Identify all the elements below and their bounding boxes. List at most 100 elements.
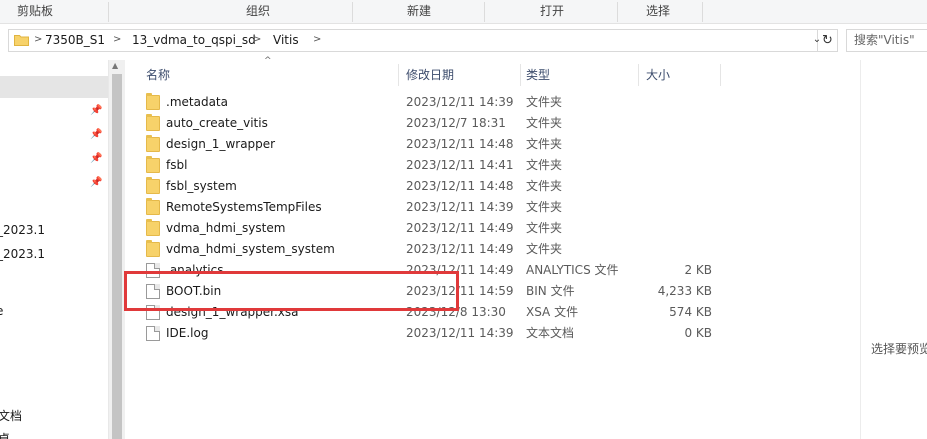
file-row-vdma-hdmi-system-system[interactable]: vdma_hdmi_system_system 2023/12/11 14:49… (144, 239, 744, 260)
nav-item[interactable]: 文档 (0, 407, 22, 424)
column-header-name[interactable]: 名称 (146, 64, 170, 86)
file-row-auto-create-vitis[interactable]: auto_create_vitis 2023/12/7 18:31 文件夹 (144, 113, 744, 134)
ribbon-group-labels: 剪贴板 组织 新建 打开 选择 (0, 0, 927, 24)
breadcrumb-vitis[interactable]: Vitis (273, 30, 299, 51)
breadcrumb-separator[interactable]: > (34, 30, 42, 51)
breadcrumb-13-vdma[interactable]: 13_vdma_to_qspi_sd (132, 30, 256, 51)
file-type: BIN 文件 (526, 284, 575, 298)
file-size: 4,233 KB (657, 284, 712, 298)
file-size (640, 113, 712, 134)
ribbon-group-open: 打开 (540, 4, 565, 18)
file-name: fsbl (166, 158, 188, 172)
file-size (640, 155, 712, 176)
pin-icon[interactable]: 📌 (90, 153, 102, 165)
file-type: 文件夹 (526, 95, 563, 109)
file-size (640, 218, 712, 239)
column-divider[interactable] (638, 64, 639, 86)
ribbon-divider (702, 2, 703, 22)
ribbon-group-new: 新建 (407, 4, 432, 18)
breadcrumb-7350b-s1[interactable]: 7350B_S1 (45, 30, 105, 51)
address-row: > 7350B_S1 > 13_vdma_to_qspi_sd > Vitis … (0, 24, 927, 60)
folder-icon (146, 93, 160, 110)
file-name: RemoteSystemsTempFiles (166, 200, 322, 214)
file-size: 2 KB (684, 263, 712, 277)
pin-icon[interactable]: 📌 (90, 177, 102, 189)
ribbon-divider (484, 2, 485, 22)
file-row-fsbl[interactable]: fsbl 2023/12/11 14:41 文件夹 (144, 155, 744, 176)
nav-scrollbar[interactable]: ▲ (108, 60, 125, 439)
column-header-date[interactable]: 修改日期 (406, 64, 454, 86)
file-date: 2023/12/11 14:39 (406, 200, 514, 214)
file-name: vdma_hdmi_system (166, 221, 286, 235)
folder-icon (14, 33, 29, 46)
scroll-up-icon[interactable]: ▲ (112, 61, 118, 70)
file-name: IDE.log (166, 326, 209, 340)
file-date: 2023/12/11 14:48 (406, 179, 514, 193)
nav-item[interactable]: _2023.1 (0, 247, 45, 261)
file-type: 文件夹 (526, 200, 563, 214)
preview-message: 选择要预览 (871, 342, 927, 356)
navigation-pane: 📌 📌 📌 📌 _2023.1 _2023.1 e 文档 桌 (0, 60, 108, 439)
file-name: .metadata (166, 95, 228, 109)
pin-icon[interactable]: 📌 (90, 105, 102, 117)
highlight-annotation (124, 271, 459, 311)
nav-item[interactable]: 桌 (0, 430, 10, 439)
ribbon-group-select: 选择 (646, 4, 671, 18)
file-type: 文件夹 (526, 242, 563, 256)
nav-selected-item[interactable] (0, 76, 108, 98)
file-type: ANALYTICS 文件 (526, 263, 619, 277)
column-divider[interactable] (520, 64, 521, 86)
file-type: XSA 文件 (526, 305, 579, 319)
ribbon-group-clipboard: 剪贴板 (17, 4, 54, 18)
file-row-design-1-wrapper[interactable]: design_1_wrapper 2023/12/11 14:48 文件夹 (144, 134, 744, 155)
ribbon-divider (352, 2, 353, 22)
file-row-vdma-hdmi-system[interactable]: vdma_hdmi_system 2023/12/11 14:49 文件夹 (144, 218, 744, 239)
nav-item[interactable]: _2023.1 (0, 223, 45, 237)
file-type: 文件夹 (526, 221, 563, 235)
file-date: 2023/12/11 14:49 (406, 221, 514, 235)
column-header-size[interactable]: 大小 (646, 64, 670, 86)
sort-ascending-icon: ^ (264, 56, 272, 66)
file-name: fsbl_system (166, 179, 237, 193)
file-date: 2023/12/11 14:41 (406, 158, 514, 172)
file-size (640, 134, 712, 155)
preview-pane: 选择要预览 (860, 60, 927, 439)
file-size: 0 KB (684, 326, 712, 340)
file-row-fsbl-system[interactable]: fsbl_system 2023/12/11 14:48 文件夹 (144, 176, 744, 197)
file-date: 2023/12/11 14:39 (406, 326, 514, 340)
folder-icon (146, 156, 160, 173)
ribbon-divider (617, 2, 618, 22)
refresh-icon[interactable]: ↻ (818, 29, 838, 52)
file-type: 文件夹 (526, 158, 563, 172)
file-size: 574 KB (669, 305, 712, 319)
file-row-remote-systems-temp-files[interactable]: RemoteSystemsTempFiles 2023/12/11 14:39 … (144, 197, 744, 218)
file-size (640, 92, 712, 113)
column-divider[interactable] (398, 64, 399, 86)
file-date: 2023/12/11 14:48 (406, 137, 514, 151)
nav-item[interactable]: e (0, 304, 3, 318)
file-size (640, 239, 712, 260)
file-list: 名称 ^ 修改日期 类型 大小 .metadata 2023/12/11 14:… (126, 56, 859, 439)
address-bar[interactable]: > 7350B_S1 > 13_vdma_to_qspi_sd > Vitis … (8, 29, 821, 52)
column-header-type[interactable]: 类型 (526, 64, 550, 86)
breadcrumb-separator[interactable]: > (313, 30, 321, 51)
ribbon-group-organize: 组织 (246, 4, 271, 18)
file-type: 文件夹 (526, 116, 563, 130)
file-date: 2023/12/11 14:39 (406, 95, 514, 109)
file-date: 2023/12/11 14:49 (406, 242, 514, 256)
scrollbar-thumb[interactable] (112, 74, 122, 439)
column-divider[interactable] (720, 64, 721, 86)
file-type: 文件夹 (526, 179, 563, 193)
breadcrumb-separator[interactable]: > (113, 30, 121, 51)
file-name: design_1_wrapper (166, 137, 276, 151)
folder-icon (146, 114, 160, 131)
file-row-metadata[interactable]: .metadata 2023/12/11 14:39 文件夹 (144, 92, 744, 113)
file-row-ide-log[interactable]: IDE.log 2023/12/11 14:39 文本文档 0 KB (144, 323, 744, 344)
search-input[interactable]: 搜索"Vitis" (846, 29, 927, 52)
file-name: vdma_hdmi_system_system (166, 242, 335, 256)
pin-icon[interactable]: 📌 (90, 129, 102, 141)
file-name: auto_create_vitis (166, 116, 268, 130)
breadcrumb-separator[interactable]: > (253, 30, 261, 51)
file-type: 文本文档 (526, 326, 575, 340)
file-size (640, 197, 712, 218)
